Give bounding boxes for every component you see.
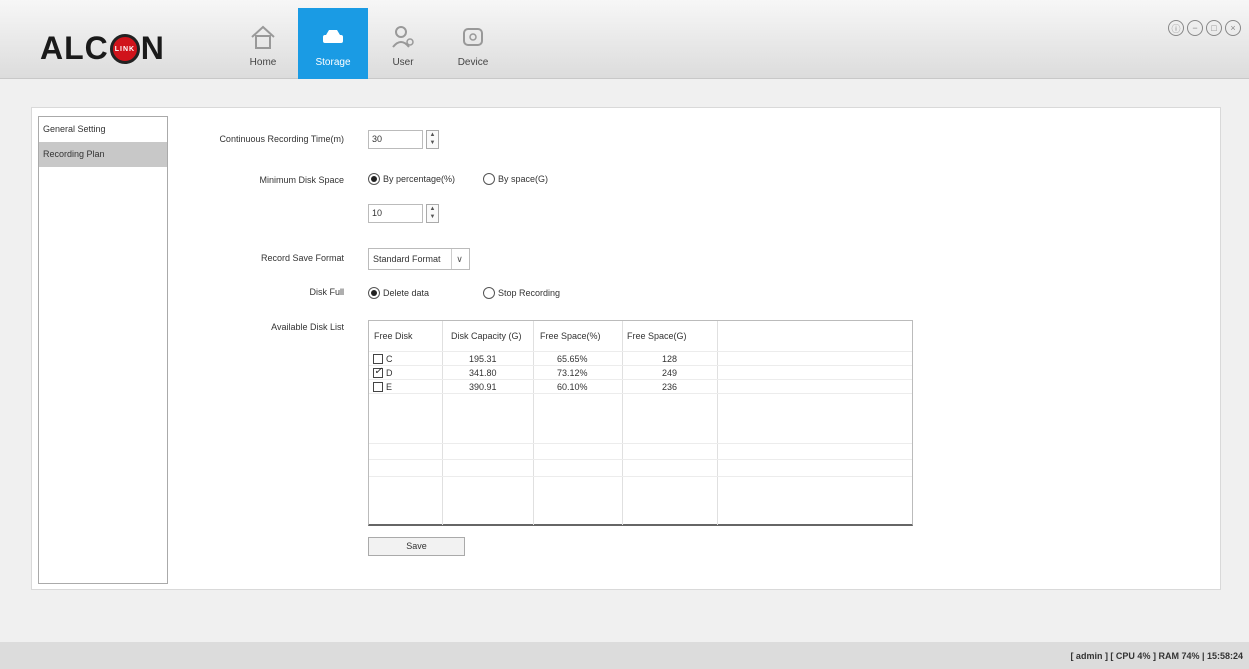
radio-checked-icon [368,287,380,299]
radio-stop-recording[interactable]: Stop Recording [483,287,560,299]
nav-storage-label: Storage [315,57,351,68]
free-pct-cell: 65.65% [557,354,588,364]
divider [369,379,912,380]
nav-user[interactable]: User [368,8,438,79]
top-bar: ALC LINK N Home Storage User Device ⓘ − □ … [0,0,1249,79]
radio-delete-data-label: Delete data [383,288,430,298]
disk-full-label: Disk Full [309,287,344,297]
checkbox-icon[interactable] [373,382,383,392]
capacity-cell: 390.91 [469,382,497,392]
checkbox-checked-icon[interactable] [373,366,383,378]
window-controls: ⓘ − □ × [1168,20,1241,36]
disk-letter: C [386,354,393,364]
settings-sidebar: General Setting Recording Plan [38,116,168,584]
radio-unchecked-icon [483,287,495,299]
info-icon[interactable]: ⓘ [1168,20,1184,36]
continuous-recording-label: Continuous Recording Time(m) [219,134,344,144]
storage-icon [323,30,343,43]
radio-delete-data[interactable]: Delete data [368,287,429,299]
device-icon [463,28,483,46]
radio-by-percentage-label: By percentage(%) [383,174,456,184]
capacity-cell: 341.80 [469,368,497,378]
nav-home[interactable]: Home [228,8,298,79]
minimum-disk-input[interactable]: 10 [368,204,423,223]
table-row[interactable]: E 390.91 60.10% 236 [369,381,912,393]
close-icon[interactable]: × [1225,20,1241,36]
chevron-down-icon: ∨ [451,249,467,269]
home-icon [251,25,275,49]
divider [369,476,912,477]
capacity-cell: 195.31 [469,354,497,364]
record-format-select[interactable]: Standard Format ∨ [368,248,470,270]
disk-letter: E [386,382,393,392]
continuous-recording-stepper[interactable]: ▲ ▼ [426,130,439,149]
divider [369,351,912,352]
divider [369,459,912,460]
minimize-icon[interactable]: − [1187,20,1203,36]
nav-home-label: Home [249,57,277,68]
free-g-cell: 249 [662,368,678,378]
nav-storage[interactable]: Storage [298,8,368,79]
table-row[interactable]: D 341.80 73.12% 249 [369,366,912,379]
header-disk-capacity: Disk Capacity (G) [451,331,522,341]
disk-list-label: Available Disk List [271,322,344,332]
radio-unchecked-icon [483,173,495,185]
free-g-cell: 236 [662,382,678,392]
disk-letter: D [386,368,393,378]
minimum-disk-label: Minimum Disk Space [259,175,344,185]
maximize-icon[interactable]: □ [1206,20,1222,36]
sidebar-item-recording-plan[interactable]: Recording Plan [39,142,167,167]
radio-by-space-label: By space(G) [498,174,549,184]
free-pct-cell: 73.12% [557,368,588,378]
radio-stop-recording-label: Stop Recording [498,288,561,298]
divider [369,443,912,444]
free-g-cell: 128 [662,354,678,364]
divider [369,393,912,394]
nav-device-label: Device [457,57,489,68]
main-nav: Home Storage User Device [228,8,508,79]
checkbox-icon[interactable] [373,354,383,364]
free-pct-cell: 60.10% [557,382,588,392]
divider [369,365,912,366]
nav-device[interactable]: Device [438,8,508,79]
header-free-space-pct: Free Space(%) [540,331,601,341]
alcon-logo: ALC LINK N [40,30,165,66]
continuous-recording-input[interactable]: 30 [368,130,423,149]
record-format-value: Standard Format [373,254,441,264]
user-icon [392,26,414,48]
disk-table: Free Disk Disk Capacity (G) Free Space(%… [368,320,913,526]
record-format-label: Record Save Format [260,253,344,263]
radio-by-percentage[interactable]: By percentage(%) [368,173,455,185]
radio-checked-icon [368,173,380,185]
minimum-disk-stepper[interactable]: ▲ ▼ [426,204,439,223]
table-row[interactable]: C 195.31 65.65% 128 [369,353,912,365]
radio-by-space[interactable]: By space(G) [483,173,548,185]
status-bar: [ admin ] [ CPU 4% ] RAM 74% | 15:58:24 [0,642,1249,669]
header-free-disk: Free Disk [374,331,413,341]
save-button[interactable]: Save [368,537,465,556]
header-free-space-g: Free Space(G) [627,331,687,341]
status-text: [ admin ] [ CPU 4% ] RAM 74% | 15:58:24 [1070,651,1243,661]
nav-user-label: User [392,57,414,68]
